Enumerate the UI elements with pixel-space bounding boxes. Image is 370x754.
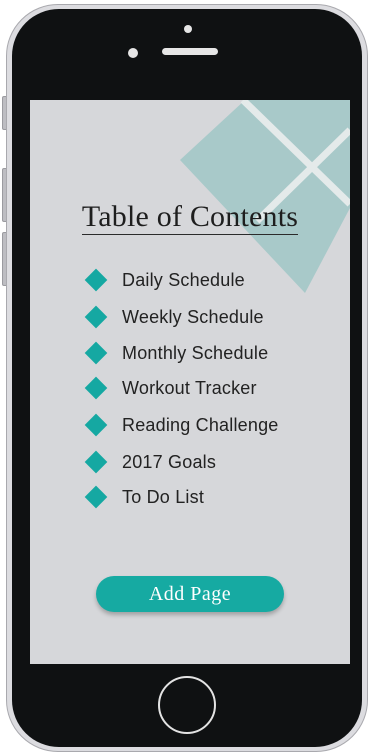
phone-mockup: Table of Contents Daily Schedule Weekly … — [0, 0, 370, 754]
toc-item-daily-schedule[interactable]: Daily Schedule — [84, 267, 245, 293]
toc-item-label: Monthly Schedule — [122, 342, 269, 363]
diamond-icon — [84, 268, 108, 292]
diamond-icon — [84, 376, 108, 400]
toc-item-label: 2017 Goals — [122, 451, 217, 472]
diamond-icon — [84, 341, 108, 365]
add-page-button[interactable]: Add Page — [96, 576, 284, 612]
earpiece-speaker — [162, 48, 218, 55]
diamond-icon — [84, 305, 108, 329]
page-title: Table of Contents — [30, 200, 350, 235]
toc-item-to-do-list[interactable]: To Do List — [84, 484, 204, 510]
diamond-icon — [84, 450, 108, 474]
front-camera — [184, 25, 192, 33]
toc-item-label: Daily Schedule — [122, 269, 245, 290]
diamond-icon — [84, 413, 108, 437]
toc-item-reading-challenge[interactable]: Reading Challenge — [84, 412, 279, 438]
diamond-icon — [84, 485, 108, 509]
toc-item-label: To Do List — [122, 486, 205, 507]
proximity-sensor — [128, 48, 138, 58]
toc-item-2017-goals[interactable]: 2017 Goals — [84, 449, 216, 475]
toc-item-workout-tracker[interactable]: Workout Tracker — [84, 375, 257, 401]
toc-item-label: Reading Challenge — [122, 414, 279, 435]
toc-item-label: Weekly Schedule — [122, 306, 264, 327]
toc-item-monthly-schedule[interactable]: Monthly Schedule — [84, 340, 268, 366]
app-screen: Table of Contents Daily Schedule Weekly … — [30, 100, 350, 664]
page-title-text: Table of Contents — [81, 200, 299, 235]
toc-item-label: Workout Tracker — [122, 377, 257, 398]
home-button[interactable] — [158, 676, 216, 734]
toc-item-weekly-schedule[interactable]: Weekly Schedule — [84, 304, 264, 330]
